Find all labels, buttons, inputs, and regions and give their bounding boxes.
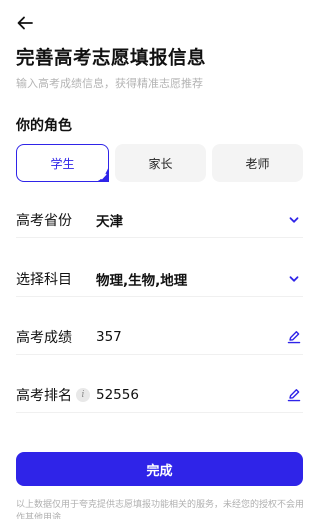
subjects-label: 选择科目 [16, 271, 72, 288]
page-title: 完善高考志愿填报信息 [16, 48, 207, 69]
subjects-dropdown[interactable] [285, 270, 303, 288]
score-edit-button[interactable] [285, 328, 303, 346]
province-dropdown[interactable] [285, 211, 303, 229]
score-label: 高考成绩 [16, 329, 72, 346]
page-subtitle: 输入高考成绩信息，获得精准志愿推荐 [16, 77, 203, 90]
role-selector: 学生 家长 老师 [16, 144, 303, 182]
rank-input[interactable]: 52556 [96, 387, 285, 403]
role-option-label: 家长 [148, 156, 173, 171]
edit-pencil-icon [287, 388, 301, 401]
role-option-student[interactable]: 学生 [16, 144, 109, 182]
score-row[interactable]: 高考成绩 357 [16, 319, 303, 355]
role-option-parent[interactable]: 家长 [115, 144, 206, 182]
province-value: 天津 [96, 213, 123, 230]
privacy-note: 以上数据仅用于夸克提供志愿填报功能相关的服务，未经您的授权不会用作其他用途 [16, 500, 305, 519]
rank-label-group: 高考排名 i [16, 385, 96, 405]
submit-button[interactable]: 完成 [16, 452, 303, 486]
score-input[interactable]: 357 [96, 329, 285, 345]
checkmark-badge-icon [93, 166, 109, 182]
province-row[interactable]: 高考省份 天津 [16, 202, 303, 238]
province-label: 高考省份 [16, 212, 72, 229]
rank-row[interactable]: 高考排名 i 52556 [16, 377, 303, 413]
chevron-down-icon [289, 275, 299, 282]
role-option-label: 学生 [50, 156, 75, 171]
chevron-down-icon [289, 216, 299, 223]
role-option-label: 老师 [245, 156, 270, 171]
rank-label: 高考排名 [16, 387, 72, 404]
subjects-row[interactable]: 选择科目 物理,生物,地理 [16, 261, 303, 297]
rank-edit-button[interactable] [285, 386, 303, 404]
edit-pencil-icon [287, 330, 301, 343]
info-icon[interactable]: i [76, 387, 90, 402]
role-section-label: 你的角色 [16, 118, 72, 134]
role-option-teacher[interactable]: 老师 [212, 144, 303, 182]
back-arrow-icon[interactable] [16, 14, 34, 32]
subjects-value: 物理,生物,地理 [96, 272, 188, 289]
